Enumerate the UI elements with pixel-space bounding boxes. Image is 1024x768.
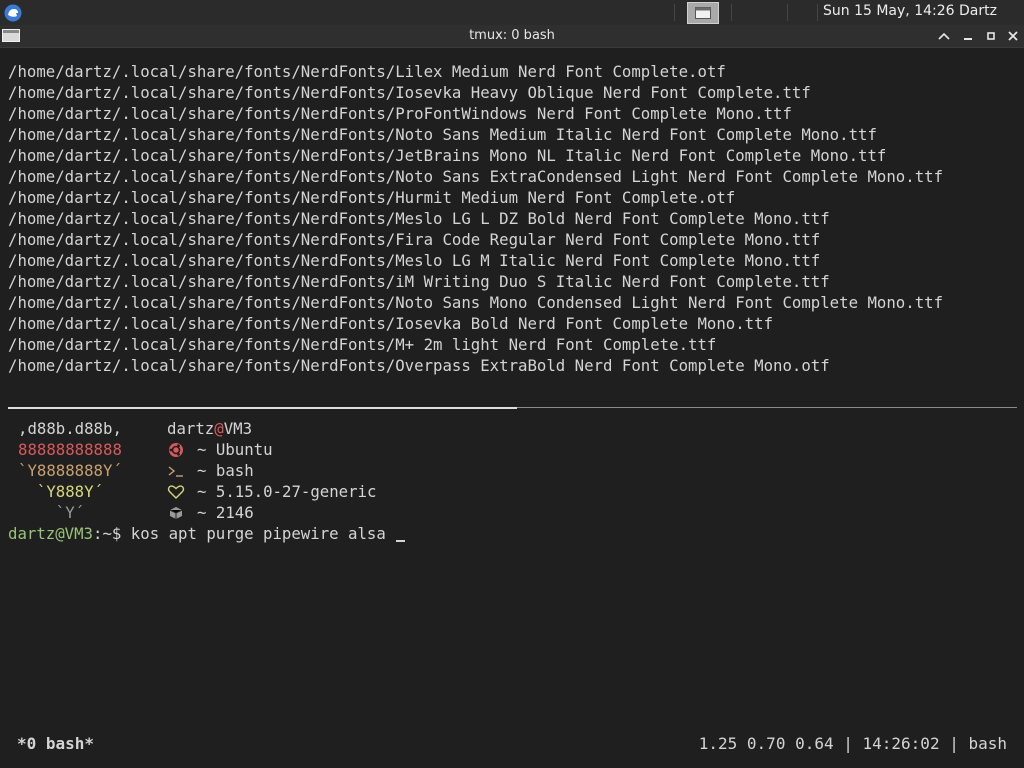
- ascii-art-line: 88888888888: [18, 440, 122, 459]
- output-line: /home/dartz/.local/share/fonts/NerdFonts…: [8, 293, 944, 312]
- ascii-art-line: `Y888Y´: [18, 482, 104, 501]
- panel-user[interactable]: Dartz: [959, 3, 997, 19]
- output-line: /home/dartz/.local/share/fonts/NerdFonts…: [8, 188, 736, 207]
- taskbar-window-button[interactable]: [687, 2, 719, 24]
- app-menu-button[interactable]: [2, 2, 23, 23]
- tmux-status-bar: *0 bash* 1.25 0.70 0.64 | 14:26:02 | bas…: [0, 732, 1024, 756]
- prompt-user-host: dartz@VM3: [8, 524, 94, 543]
- fetch-os: ~ Ubuntu: [197, 440, 273, 459]
- maximize-button[interactable]: [982, 27, 1000, 45]
- output-line: /home/dartz/.local/share/fonts/NerdFonts…: [8, 356, 830, 375]
- pane-divider-active: [8, 407, 517, 409]
- window-title: tmux: 0 bash: [469, 28, 555, 43]
- window-icon: [695, 7, 711, 19]
- clock-text: Sun 15 May, 14:26: [823, 3, 955, 19]
- fetch-at: @: [214, 419, 224, 438]
- panel-separator: [674, 4, 675, 21]
- top-panel: Sun 15 May, 14:26 Dartz: [0, 0, 1024, 25]
- prompt-path: :~$: [93, 524, 122, 543]
- output-line: /home/dartz/.local/share/fonts/NerdFonts…: [8, 104, 792, 123]
- fetch-host: VM3: [223, 419, 253, 438]
- fetch-shell: ~ bash: [197, 461, 254, 480]
- output-line: /home/dartz/.local/share/fonts/NerdFonts…: [8, 251, 821, 270]
- minimize-button[interactable]: [959, 27, 977, 45]
- fetch-packages: ~ 2146: [197, 503, 254, 522]
- fetch-kernel: ~ 5.15.0-27-generic: [197, 482, 377, 501]
- output-line: /home/dartz/.local/share/fonts/NerdFonts…: [8, 272, 830, 291]
- chevron-up-icon: [938, 32, 950, 40]
- terminal-pane[interactable]: /home/dartz/.local/share/fonts/NerdFonts…: [0, 48, 1024, 768]
- panel-separator: [817, 4, 818, 21]
- fetch-user-host: dartz@VM3: [167, 418, 252, 439]
- command-input[interactable]: kos apt purge pipewire alsa: [121, 524, 395, 543]
- tmux-status-right: 1.25 0.70 0.64 | 14:26:02 | bash: [698, 734, 1007, 753]
- panel-clock[interactable]: Sun 15 May, 14:26 Dartz: [823, 3, 997, 19]
- output-line: /home/dartz/.local/share/fonts/NerdFonts…: [8, 314, 774, 333]
- maximize-icon: [987, 32, 995, 40]
- output-line: /home/dartz/.local/share/fonts/NerdFonts…: [8, 209, 830, 228]
- output-line: /home/dartz/.local/share/fonts/NerdFonts…: [8, 167, 944, 186]
- fetch-user: dartz: [167, 419, 215, 438]
- terminal-icon: [166, 460, 186, 481]
- close-icon: [1008, 31, 1018, 41]
- output-line: /home/dartz/.local/share/fonts/NerdFonts…: [8, 83, 811, 102]
- pane-divider: [517, 407, 1017, 408]
- output-line: /home/dartz/.local/share/fonts/NerdFonts…: [8, 62, 726, 81]
- text-cursor: [396, 540, 406, 542]
- heart-icon: [166, 481, 186, 502]
- ascii-art-line: `Y8888888Y´: [18, 461, 122, 480]
- panel-separator: [787, 4, 788, 21]
- panel-separator: [731, 4, 732, 21]
- output-line: /home/dartz/.local/share/fonts/NerdFonts…: [8, 335, 717, 354]
- ascii-art-line: ,d88b.d88b,: [18, 419, 122, 438]
- output-line: /home/dartz/.local/share/fonts/NerdFonts…: [8, 146, 887, 165]
- minimize-icon: [964, 38, 972, 40]
- tmux-window-tab[interactable]: *0 bash*: [17, 734, 94, 753]
- package-icon: [166, 502, 186, 523]
- output-line: /home/dartz/.local/share/fonts/NerdFonts…: [8, 125, 877, 144]
- shell-prompt-line[interactable]: dartz@VM3:~$ kos apt purge pipewire alsa: [8, 523, 406, 544]
- ubuntu-icon: [166, 439, 186, 460]
- window-titlebar[interactable]: tmux: 0 bash: [0, 25, 1024, 48]
- close-button[interactable]: [1004, 27, 1022, 45]
- ascii-art-line: `Y´: [18, 503, 85, 522]
- app-menu-icon: [4, 4, 21, 21]
- output-line: /home/dartz/.local/share/fonts/NerdFonts…: [8, 230, 821, 249]
- shade-button[interactable]: [935, 27, 953, 45]
